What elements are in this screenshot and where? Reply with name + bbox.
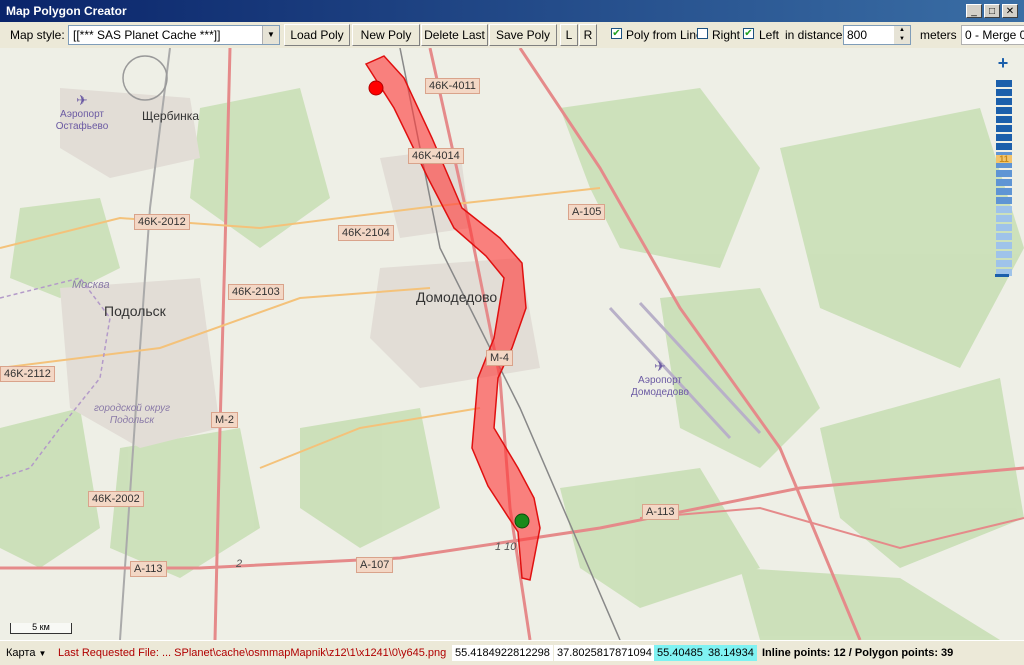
road-label: A-113 [642, 504, 679, 520]
road-label: M-4 [486, 350, 513, 366]
left-checkbox[interactable]: ✔ [743, 28, 754, 39]
road-label: 46K-2103 [228, 284, 284, 300]
zoom-segment[interactable] [996, 107, 1012, 114]
meters-label: meters [920, 28, 957, 42]
zoom-out-icon[interactable] [995, 274, 1009, 277]
road-label: 46K-4014 [408, 148, 464, 164]
zoom-segment[interactable] [996, 215, 1012, 222]
coord-lat: 55.4184922812298 [452, 645, 553, 661]
points-count: Inline points: 12 / Polygon points: 39 [762, 647, 954, 659]
l-button[interactable]: L [560, 24, 578, 46]
zoom-segment[interactable] [996, 206, 1012, 213]
city-label: Щербинка [142, 109, 199, 123]
new-poly-button[interactable]: New Poly [352, 24, 420, 46]
right-label: Right [712, 28, 741, 42]
map-type-select[interactable]: Карта ▼ [6, 645, 46, 661]
poly-from-line-checkbox[interactable]: ✔ [611, 28, 622, 39]
r-button[interactable]: R [579, 24, 597, 46]
zoom-segment[interactable] [996, 260, 1012, 267]
window-title: Map Polygon Creator [6, 4, 127, 18]
zoom-segment[interactable] [996, 242, 1012, 249]
city-label: Подольск [104, 303, 166, 319]
spin-up-icon[interactable]: ▲ [894, 26, 910, 35]
zoom-level: 11 [996, 155, 1012, 164]
left-label: Left [759, 28, 780, 42]
zoom-segment[interactable] [996, 179, 1012, 186]
zoom-segment[interactable] [996, 134, 1012, 141]
spin-down-icon[interactable]: ▼ [894, 35, 910, 44]
load-poly-button[interactable]: Load Poly [284, 24, 350, 46]
distance-value: 800 [847, 28, 868, 42]
chevron-down-icon[interactable]: ▼ [262, 26, 279, 44]
zoom-segment[interactable] [996, 224, 1012, 231]
merge-label: 0 - Merge 0 [961, 25, 1024, 45]
road-label: M-2 [211, 412, 238, 428]
road-label: 46K-2002 [88, 491, 144, 507]
zoom-segment[interactable] [996, 233, 1012, 240]
road-label: 46K-4011 [425, 78, 480, 94]
delete-last-button[interactable]: Delete Last [421, 24, 488, 46]
maximize-button[interactable]: □ [984, 4, 1000, 18]
road-label: 46K-2012 [134, 214, 190, 230]
city-label: Домодедово [416, 289, 498, 305]
zoom-segment[interactable] [996, 89, 1012, 96]
start-marker [368, 80, 384, 96]
zoom-segment[interactable] [996, 116, 1012, 123]
scale-bar: 5 км [10, 623, 72, 634]
map-style-select[interactable]: [[*** SAS Planet Cache ***]] ▼ [68, 25, 280, 45]
airport-ostafyevo: ✈ Аэропорт Остафьево [50, 92, 114, 133]
zoom-segment[interactable] [996, 98, 1012, 105]
district-label: городской округ Подольск [93, 403, 171, 426]
airport-domodedovo: ✈ Аэропорт Домодедово [628, 358, 692, 399]
title-bar: Map Polygon Creator _ □ ✕ [0, 0, 1024, 22]
road-label: 46K-2104 [338, 225, 394, 241]
zoom-segment[interactable] [996, 80, 1012, 87]
road-label: A-107 [356, 557, 394, 573]
zoom-segment[interactable] [996, 125, 1012, 132]
road-label: 46K-2112 [0, 366, 55, 382]
road-label: A-113 [130, 561, 167, 577]
map-type-label: Карта [6, 647, 36, 659]
status-bar: Карта ▼ Last Requested File: ... SPlanet… [0, 640, 1024, 665]
road-label: A-105 [568, 204, 606, 220]
zoom-segment[interactable] [996, 170, 1012, 177]
airplane-icon: ✈ [76, 92, 88, 108]
cursor-lat: 55.40485 [654, 645, 706, 661]
zoom-segment[interactable] [996, 197, 1012, 204]
toolbar: Map style: [[*** SAS Planet Cache ***]] … [0, 22, 1024, 49]
airport-label: Аэропорт Домодедово [631, 375, 689, 398]
road-number: 2 [236, 558, 243, 570]
airport-label: Аэропорт Остафьево [55, 109, 109, 132]
minimize-button[interactable]: _ [966, 4, 982, 18]
zoom-in-icon[interactable]: + [994, 54, 1012, 72]
cursor-lon: 38.14934 [705, 645, 757, 661]
map-style-value: [[*** SAS Planet Cache ***]] [73, 28, 221, 42]
in-distance-label: in distance [785, 28, 843, 42]
save-poly-button[interactable]: Save Poly [489, 24, 557, 46]
boundary-label: Москва [72, 279, 110, 291]
zoom-control[interactable]: + 11 [992, 54, 1014, 284]
zoom-segment[interactable] [996, 251, 1012, 258]
chevron-down-icon: ▼ [38, 649, 47, 658]
end-marker [514, 513, 530, 529]
map-canvas[interactable]: 46K-4011 46K-4014 A-105 46K-2012 46K-210… [0, 48, 1024, 640]
airplane-icon: ✈ [654, 358, 666, 374]
zoom-segment[interactable] [996, 188, 1012, 195]
close-button[interactable]: ✕ [1002, 4, 1018, 18]
distance-spinner[interactable]: 800 ▲ ▼ [843, 25, 911, 45]
last-requested-file: Last Requested File: ... SPlanet\cache\o… [58, 647, 447, 659]
coord-lon: 37.8025817871094 [554, 645, 655, 661]
right-checkbox[interactable] [697, 28, 708, 39]
road-number: 1 10 [495, 541, 517, 553]
map-style-label: Map style: [10, 28, 65, 42]
zoom-segment[interactable] [996, 143, 1012, 150]
poly-from-line-label: Poly from Line [626, 28, 703, 42]
